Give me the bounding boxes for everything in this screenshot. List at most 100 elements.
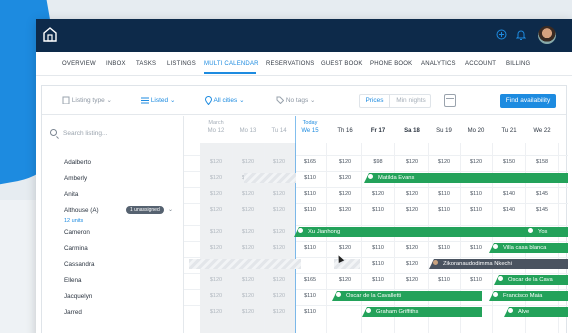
price-cell[interactable]: $120 — [335, 207, 355, 213]
price-cell[interactable]: $120 — [206, 245, 226, 251]
price-cell[interactable]: $110 — [300, 207, 320, 213]
search-input[interactable]: Search listing... — [50, 128, 107, 137]
day-header[interactable]: Th 16 — [329, 116, 361, 143]
add-icon[interactable] — [496, 29, 507, 40]
price-cell[interactable]: $120 — [402, 159, 422, 165]
price-cell[interactable]: $110 — [434, 191, 454, 197]
price-cell[interactable]: $110 — [300, 191, 320, 197]
listing-name[interactable]: Jarred — [64, 309, 82, 316]
price-cell[interactable]: $120 — [238, 229, 258, 235]
price-cell[interactable]: $98 — [368, 159, 388, 165]
tags-filter[interactable]: No tags ⌄ — [276, 96, 315, 105]
reservation-bar[interactable]: Yos — [524, 227, 568, 237]
price-cell[interactable]: $120 — [238, 309, 258, 315]
home-logo-icon[interactable] — [43, 27, 57, 42]
price-cell[interactable]: $120 — [206, 207, 226, 213]
price-cell[interactable]: $120 — [402, 261, 422, 267]
price-cell[interactable]: $110 — [300, 175, 320, 181]
price-cell[interactable]: $110 — [300, 245, 320, 251]
listing-name[interactable]: Carmina — [64, 245, 88, 252]
cities-filter[interactable]: All cities ⌄ — [204, 96, 245, 106]
reservation-bar[interactable]: Villa casa blanca — [489, 243, 568, 253]
price-cell[interactable]: $158 — [532, 159, 552, 165]
listing-name[interactable]: Adalberto — [64, 159, 91, 166]
price-cell[interactable]: $120 — [269, 159, 289, 165]
listing-name[interactable]: Amberly — [64, 175, 87, 182]
price-cell[interactable]: $120 — [434, 159, 454, 165]
price-cell[interactable]: $110 — [300, 309, 320, 315]
nav-overview[interactable]: OVERVIEW — [62, 61, 96, 67]
price-cell[interactable]: $120 — [269, 229, 289, 235]
price-cell[interactable]: $120 — [335, 191, 355, 197]
reservation-bar[interactable]: Graham Griffiths — [362, 307, 482, 317]
nav-reservations[interactable]: RESERVATIONS — [266, 61, 314, 67]
price-cell[interactable]: $110 — [466, 191, 486, 197]
nav-tasks[interactable]: TASKS — [136, 61, 156, 67]
price-cell[interactable]: $120 — [402, 191, 422, 197]
find-availability-button[interactable]: Find availability — [500, 94, 556, 108]
price-cell[interactable]: $120 — [269, 245, 289, 251]
price-cell[interactable]: $165 — [300, 277, 320, 283]
price-cell[interactable]: $110 — [300, 293, 320, 299]
nav-account[interactable]: ACCOUNT — [465, 61, 496, 67]
day-header[interactable]: We 22 — [526, 116, 558, 143]
listing-type-filter[interactable]: Listing type ⌄ — [62, 96, 112, 105]
day-header[interactable]: Sa 18 — [396, 116, 428, 143]
price-cell[interactable]: $120 — [238, 191, 258, 197]
day-header[interactable]: March Mo 12 — [200, 116, 232, 143]
price-cell[interactable]: $120 — [269, 277, 289, 283]
nav-guest-book[interactable]: GUEST BOOK — [321, 61, 363, 67]
price-cell[interactable]: $140 — [499, 191, 519, 197]
price-cell[interactable]: $165 — [300, 159, 320, 165]
price-cell[interactable]: $120 — [335, 277, 355, 283]
listing-name[interactable]: Althouse (A) — [64, 207, 99, 214]
price-cell[interactable]: $110 — [434, 207, 454, 213]
listing-name[interactable]: Jacquelyn — [64, 293, 92, 300]
day-header[interactable]: Tu 21 — [493, 116, 525, 143]
price-cell[interactable]: $120 — [238, 293, 258, 299]
price-cell[interactable]: $110 — [434, 245, 454, 251]
reservation-bar[interactable]: Oscar de la Cavalletti — [332, 291, 482, 301]
day-header[interactable]: Su 19 — [428, 116, 460, 143]
price-cell[interactable]: $110 — [466, 277, 486, 283]
price-cell[interactable]: $120 — [206, 309, 226, 315]
nav-listings[interactable]: LISTINGS — [167, 61, 196, 67]
price-cell[interactable]: $110 — [466, 207, 486, 213]
price-cell[interactable]: $110 — [434, 277, 454, 283]
price-cell[interactable]: $120 — [466, 159, 486, 165]
price-cell[interactable]: $120 — [206, 159, 226, 165]
price-cell[interactable]: $120 — [269, 207, 289, 213]
price-cell[interactable]: $110 — [466, 245, 486, 251]
price-cell[interactable]: $110 — [368, 245, 388, 251]
price-cell[interactable]: $110 — [368, 207, 388, 213]
reservation-bar[interactable]: Zikoranaudodimma Nkechi — [429, 259, 568, 269]
price-cell[interactable]: $110 — [368, 261, 388, 267]
listing-name[interactable]: Cameron — [64, 229, 90, 236]
nav-billing[interactable]: BILLING — [506, 61, 530, 67]
prices-toggle[interactable]: Prices — [360, 95, 390, 107]
reservation-bar[interactable]: Xu Jianhong — [294, 227, 554, 237]
reservation-bar[interactable]: Francisco Maia — [489, 291, 568, 301]
price-cell[interactable]: $120 — [206, 293, 226, 299]
price-cell[interactable]: $120 — [335, 159, 355, 165]
price-cell[interactable]: $120 — [269, 293, 289, 299]
nav-inbox[interactable]: INBOX — [106, 61, 126, 67]
unassigned-badge[interactable]: 1 unassigned — [126, 206, 164, 214]
avatar[interactable] — [538, 26, 556, 44]
day-header[interactable]: Tu 14 — [263, 116, 295, 143]
price-cell[interactable]: $120 — [206, 229, 226, 235]
price-cell[interactable]: $120 — [269, 309, 289, 315]
price-cell[interactable]: $120 — [335, 245, 355, 251]
price-cell[interactable]: $120 — [238, 245, 258, 251]
price-cell[interactable]: $120 — [335, 175, 355, 181]
price-cell[interactable]: $140 — [499, 207, 519, 213]
day-header[interactable]: Fr 17 — [362, 116, 394, 143]
min-nights-toggle[interactable]: Min nights — [391, 95, 431, 107]
listing-name[interactable]: Anita — [64, 191, 78, 198]
reservation-bar[interactable]: Alve — [504, 307, 568, 317]
price-cell[interactable]: $145 — [532, 207, 552, 213]
price-cell[interactable]: $120 — [206, 277, 226, 283]
chevron-down-icon[interactable]: ⌄ — [168, 206, 173, 213]
day-header[interactable]: Mo 13 — [232, 116, 264, 143]
price-cell[interactable]: $120 — [238, 277, 258, 283]
